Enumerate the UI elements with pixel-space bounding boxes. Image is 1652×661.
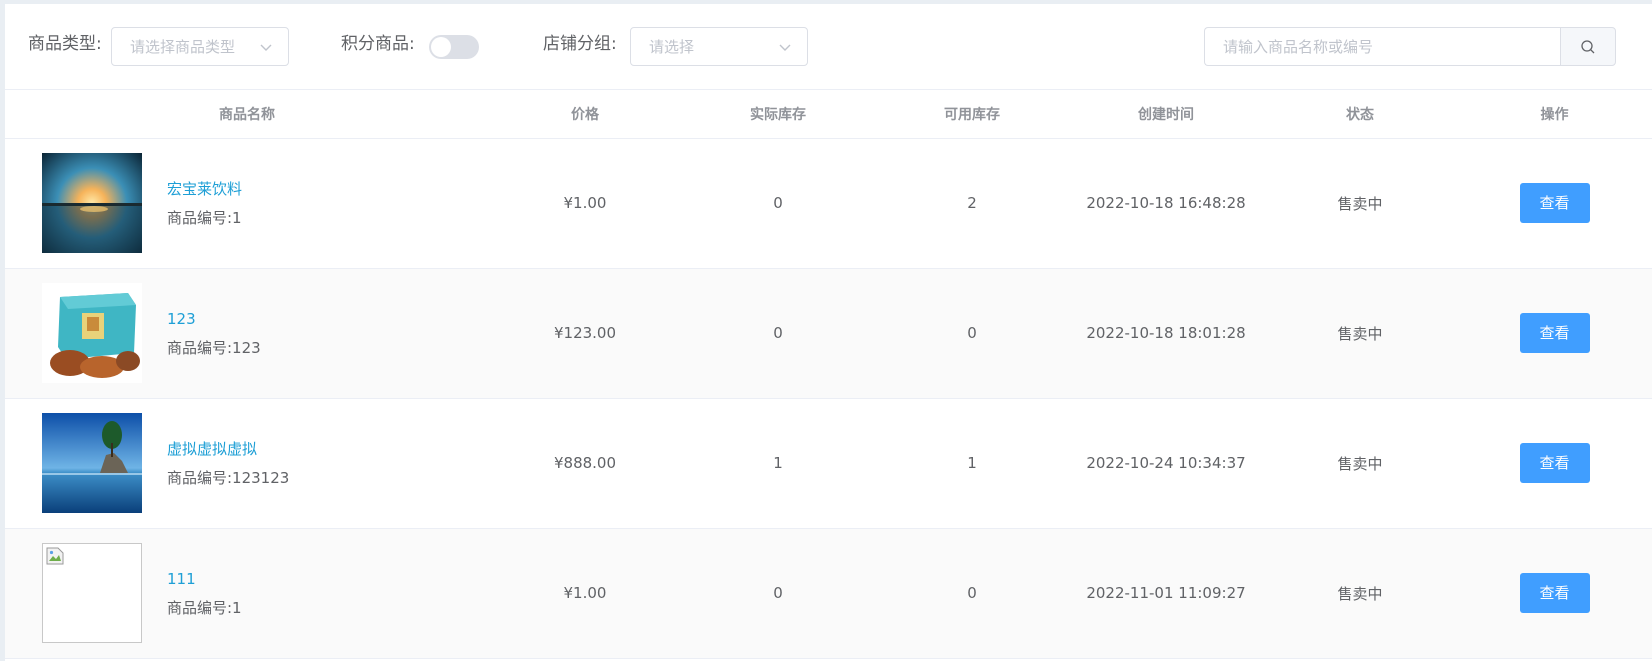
price-cell: ¥1.00 [563,194,607,212]
product-table: 商品名称 价格 实际库存 可用库存 创建时间 状态 操作 宏宝莱饮料 商品编号:… [5,90,1652,659]
search-bar [1204,27,1616,66]
available-stock-cell: 1 [967,454,977,472]
status-cell: 售卖中 [1337,194,1383,213]
toggle-knob [431,37,451,57]
view-button[interactable]: 查看 [1519,313,1590,353]
island-sea-image [42,413,142,513]
table-row: 虚拟虚拟虚拟 商品编号:123123 ¥888.00 1 1 2022-10-2… [5,398,1652,528]
available-stock-cell: 2 [967,194,977,212]
header-actions: 操作 [1457,90,1652,139]
product-type-select[interactable]: 请选择商品类型 [111,27,289,66]
filter-bar: 商品类型: 请选择商品类型 积分商品: 店铺分组: 请选择 [5,4,1652,90]
price-cell: ¥1.00 [563,584,607,602]
status-cell: 售卖中 [1337,584,1383,603]
product-cell: 123 商品编号:123 [5,283,489,383]
created-time-cell: 2022-11-01 11:09:27 [1086,584,1246,602]
created-time-cell: 2022-10-18 18:01:28 [1086,324,1246,342]
product-code: 商品编号:1 [167,208,242,227]
product-name-link[interactable]: 虚拟虚拟虚拟 [167,438,289,460]
actual-stock-cell: 0 [773,194,783,212]
product-cell: 111 商品编号:1 [5,543,489,643]
header-actual-stock: 实际库存 [681,90,875,139]
header-price: 价格 [489,90,681,139]
points-product-toggle[interactable] [429,35,479,59]
price-cell: ¥888.00 [553,454,617,472]
actual-stock-cell: 1 [773,454,783,472]
product-code: 商品编号:1 [167,598,242,617]
table-header-row: 商品名称 价格 实际库存 可用库存 创建时间 状态 操作 [5,90,1652,139]
product-name-link[interactable]: 宏宝莱饮料 [167,178,242,200]
product-thumbnail[interactable] [42,543,142,643]
product-name-link[interactable]: 111 [167,568,242,590]
created-time-cell: 2022-10-18 16:48:28 [1086,194,1246,212]
view-button[interactable]: 查看 [1519,443,1590,483]
search-input[interactable] [1204,27,1560,66]
header-status: 状态 [1263,90,1457,139]
chevron-down-icon [779,44,791,51]
table-row: 111 商品编号:1 ¥1.00 0 0 2022-11-01 11:09:27… [5,528,1652,658]
view-button[interactable]: 查看 [1519,573,1590,613]
store-group-placeholder: 请选择 [649,38,695,56]
points-product-label: 积分商品: [341,34,415,54]
search-icon [1581,39,1595,53]
chevron-down-icon [260,44,272,51]
product-thumbnail[interactable] [42,153,142,253]
product-code: 商品编号:123 [167,338,261,357]
header-product-name: 商品名称 [5,90,489,139]
table-row: 123 商品编号:123 ¥123.00 0 0 2022-10-18 18:0… [5,268,1652,398]
snack-gift-box-image [42,283,142,383]
product-cell: 虚拟虚拟虚拟 商品编号:123123 [5,413,489,513]
product-cell: 宏宝莱饮料 商品编号:1 [5,153,489,253]
available-stock-cell: 0 [967,584,977,602]
store-group-label: 店铺分组: [543,34,617,54]
broken-image-icon [46,547,64,565]
product-list-page: 商品类型: 请选择商品类型 积分商品: 店铺分组: 请选择 请输入商品名称或编号… [5,4,1652,661]
table-row: 宏宝莱饮料 商品编号:1 ¥1.00 0 2 2022-10-18 16:48:… [5,138,1652,268]
status-cell: 售卖中 [1337,324,1383,343]
header-available-stock: 可用库存 [875,90,1069,139]
product-thumbnail[interactable] [42,413,142,513]
product-type-label: 商品类型: [28,34,102,54]
store-group-select[interactable]: 请选择 [630,27,808,66]
header-created-time: 创建时间 [1069,90,1263,139]
price-cell: ¥123.00 [553,324,617,342]
product-name-link[interactable]: 123 [167,308,261,330]
product-thumbnail[interactable] [42,283,142,383]
product-type-placeholder: 请选择商品类型 [130,38,236,56]
search-button[interactable] [1560,27,1616,66]
available-stock-cell: 0 [967,324,977,342]
actual-stock-cell: 0 [773,324,783,342]
created-time-cell: 2022-10-24 10:34:37 [1086,454,1246,472]
actual-stock-cell: 0 [773,584,783,602]
product-code: 商品编号:123123 [167,468,290,487]
view-button[interactable]: 查看 [1519,183,1590,223]
sunset-lake-image [42,153,142,253]
status-cell: 售卖中 [1337,454,1383,473]
